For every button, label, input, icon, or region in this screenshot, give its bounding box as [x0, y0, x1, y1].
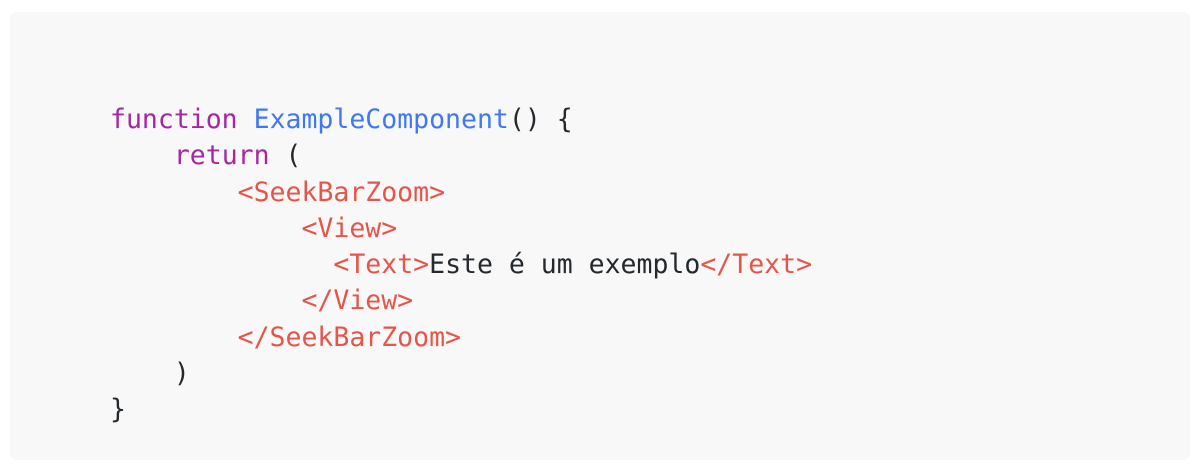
- code-line: </View>: [110, 283, 812, 319]
- code-line: <View>: [110, 211, 812, 247]
- text-content-token: Este é um exemplo: [429, 249, 701, 281]
- code-content: function ExampleComponent() { return ( <…: [110, 102, 812, 429]
- code-line: </SeekBarZoom>: [110, 320, 812, 356]
- code-line: return (: [110, 138, 812, 174]
- plain-token: }: [110, 394, 126, 426]
- jsx-tag-token: </Text>: [700, 249, 813, 281]
- indent-token: [110, 177, 238, 208]
- code-line: function ExampleComponent() {: [110, 102, 812, 138]
- indent-token: [110, 249, 333, 280]
- code-block: function ExampleComponent() { return ( <…: [10, 12, 1190, 460]
- indent-token: [110, 140, 174, 171]
- jsx-tag-token: <View>: [301, 212, 398, 244]
- jsx-tag-token: </SeekBarZoom>: [237, 321, 462, 353]
- code-line: <SeekBarZoom>: [110, 175, 812, 211]
- jsx-tag-token: <Text>: [333, 249, 430, 281]
- code-line: }: [110, 392, 812, 428]
- plain-token: ): [110, 358, 190, 390]
- indent-token: [110, 213, 301, 244]
- code-line: ): [110, 356, 812, 392]
- plain-token: () {: [508, 104, 573, 135]
- indent-token: [110, 285, 301, 316]
- keyword-token: function: [110, 104, 238, 135]
- indent-token: [110, 322, 238, 353]
- plain-token: (: [269, 140, 302, 172]
- function-name-token: ExampleComponent: [253, 104, 509, 135]
- jsx-tag-token: <SeekBarZoom>: [237, 176, 446, 208]
- code-line: <Text>Este é um exemplo</Text>: [110, 247, 812, 283]
- jsx-tag-token: </View>: [301, 285, 414, 317]
- keyword-token: return: [173, 140, 270, 172]
